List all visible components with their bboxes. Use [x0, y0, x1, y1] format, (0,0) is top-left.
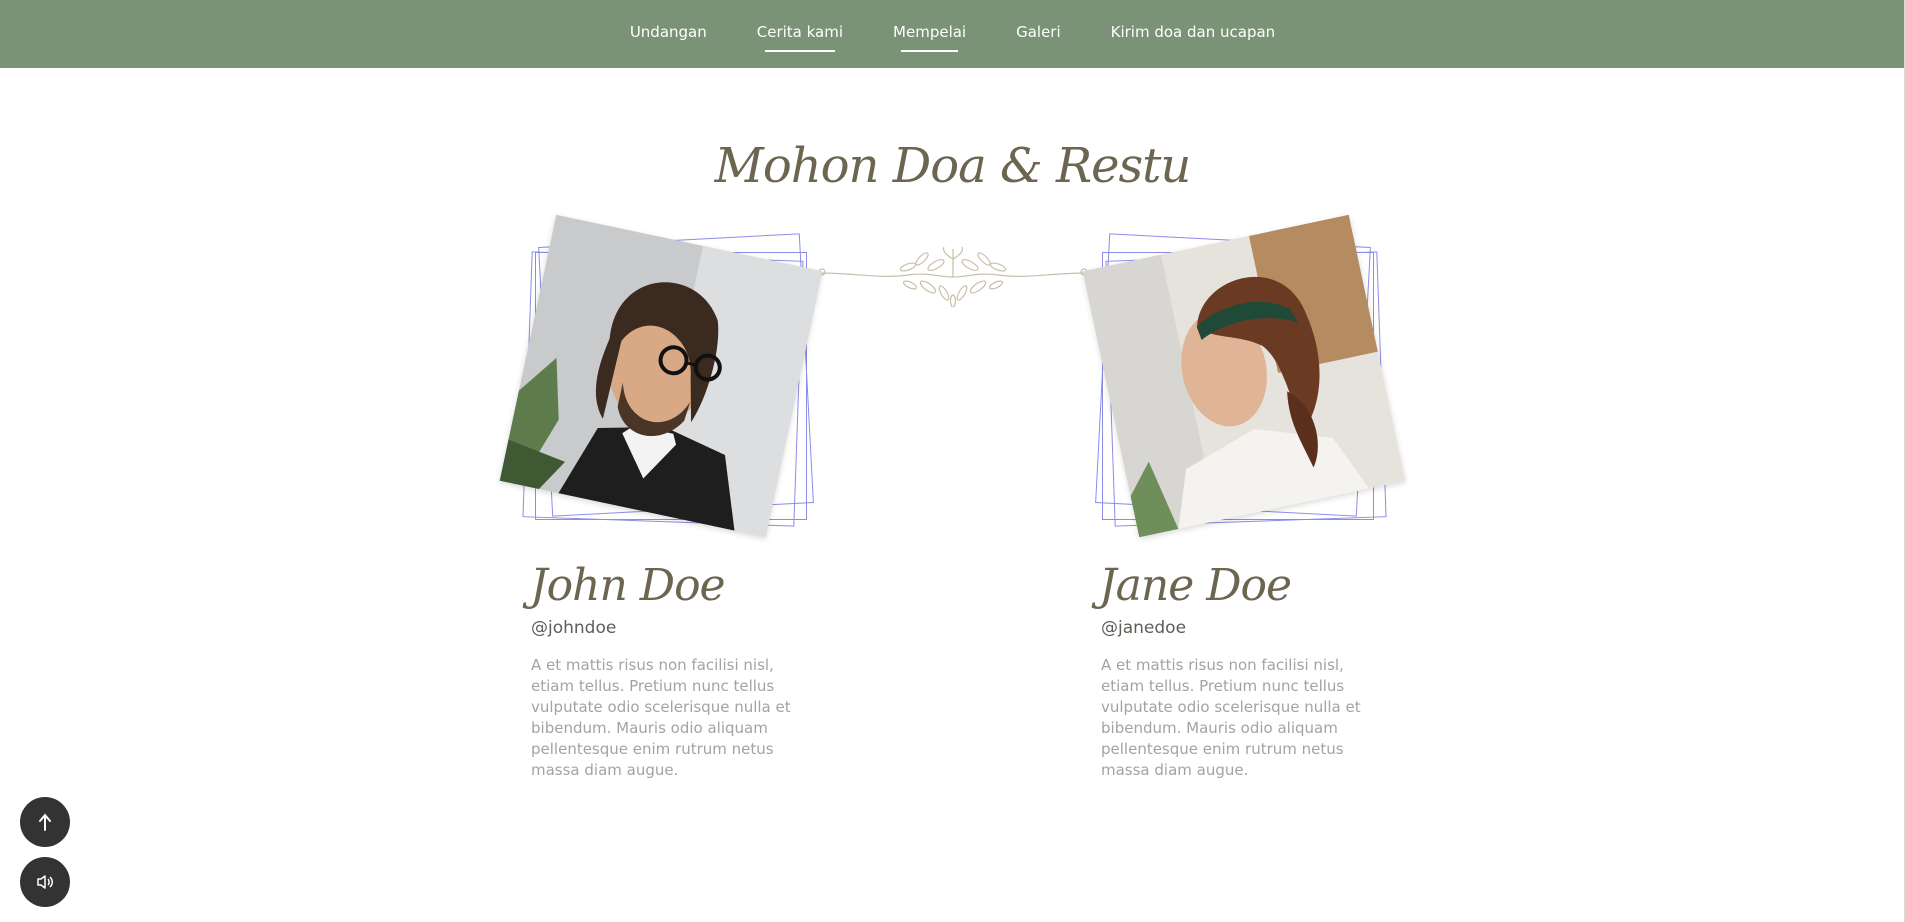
bride-photo [1082, 214, 1406, 538]
speaker-icon [37, 875, 53, 889]
bride-handle[interactable]: @janedoe [1101, 618, 1186, 638]
groom-bio: A et mattis risus non facilisi nisl, eti… [531, 656, 791, 779]
nav-cerita-kami[interactable]: Cerita kami [757, 0, 843, 52]
top-navbar: Undangan Cerita kami Mempelai Galeri Kir… [0, 0, 1905, 68]
nav-kirim-doa[interactable]: Kirim doa dan ucapan [1111, 0, 1276, 41]
bride-name: Jane Doe [1099, 560, 1292, 611]
bride-bio: A et mattis risus non facilisi nisl, eti… [1101, 656, 1361, 779]
audio-toggle-button[interactable] [20, 857, 70, 907]
floral-ornament [818, 246, 1088, 307]
nav-galeri[interactable]: Galeri [1016, 0, 1061, 41]
groom-name: John Doe [530, 560, 726, 611]
scroll-top-button[interactable] [20, 797, 70, 847]
arrow-up-icon [39, 813, 51, 831]
groom-photo [499, 214, 823, 538]
nav-mempelai[interactable]: Mempelai [893, 0, 966, 52]
bride-photo-frame [1082, 214, 1406, 538]
section-title: Mohon Doa & Restu [714, 138, 1192, 194]
groom-handle[interactable]: @johndoe [531, 618, 616, 638]
nav-undangan[interactable]: Undangan [630, 0, 707, 41]
groom-photo-frame [499, 214, 823, 538]
